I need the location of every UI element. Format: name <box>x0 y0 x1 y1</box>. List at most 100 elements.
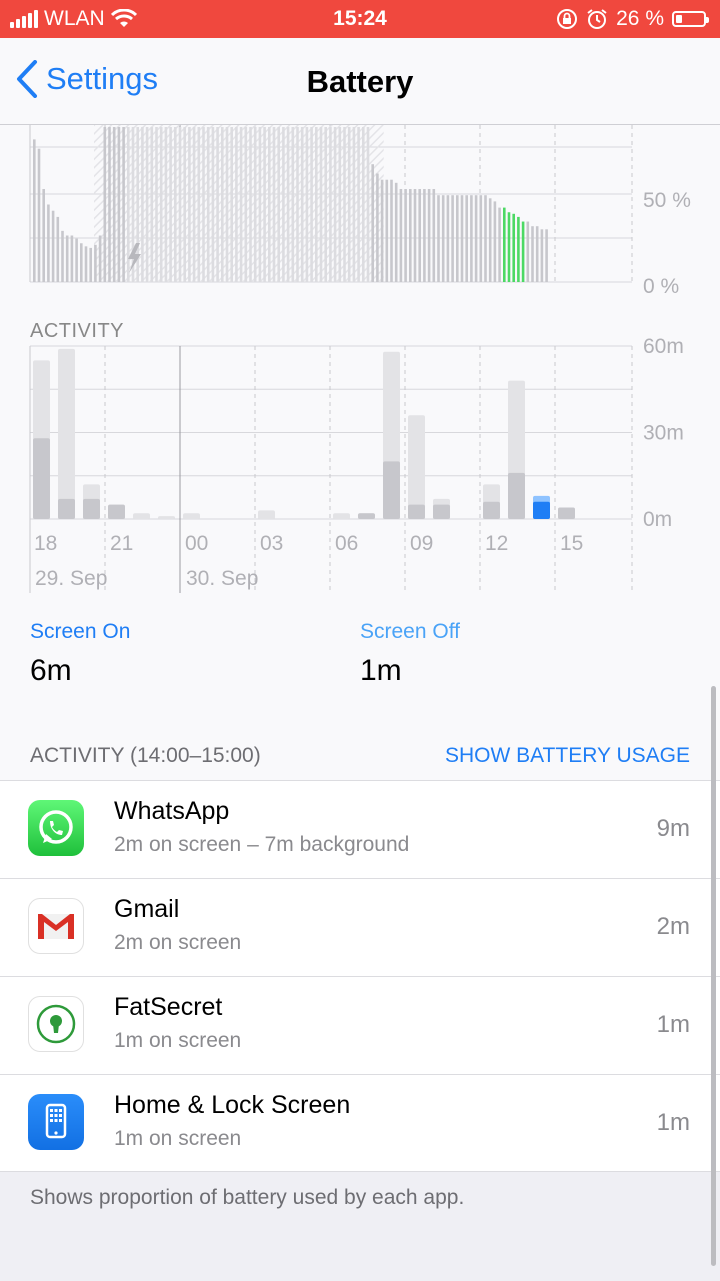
status-bar: WLAN 15:24 26 % <box>0 0 720 38</box>
activity-x-tick-label: 06 <box>335 532 358 555</box>
app-usage-time: 9m <box>656 815 690 842</box>
screen-on-stat: Screen On 6m <box>30 620 130 688</box>
battery-percent: 26 % <box>616 7 664 30</box>
list-item-whatsapp[interactable]: WhatsApp 2m on screen – 7m background 9m <box>0 781 720 879</box>
battery-level-bar <box>183 127 186 282</box>
battery-level-bar <box>423 189 426 282</box>
gmail-icon <box>28 898 84 954</box>
battery-axis-label: 50 % <box>643 189 691 212</box>
battery-level-bar <box>385 179 389 282</box>
battery-level-bar <box>117 127 121 282</box>
battery-level-bar <box>155 127 158 282</box>
activity-bar-screen-on <box>483 501 500 519</box>
battery-level-bar <box>258 127 262 282</box>
list-item-gmail[interactable]: Gmail 2m on screen 2m <box>0 879 720 977</box>
battery-level-bar <box>122 127 125 282</box>
battery-level-bar <box>188 127 191 282</box>
battery-level-bar <box>164 127 168 282</box>
battery-level-bar <box>526 221 530 282</box>
alarm-icon <box>587 9 607 29</box>
battery-level-bar <box>324 127 327 282</box>
activity-bar-screen-on <box>408 504 425 519</box>
scrollbar[interactable] <box>711 686 716 1266</box>
activity-bar-total <box>58 348 75 519</box>
list-item-fatsecret[interactable]: FatSecret 1m on screen 1m <box>0 977 720 1075</box>
battery-level-bar <box>362 127 365 282</box>
battery-level-bar <box>47 204 50 282</box>
app-usage-time: 2m <box>656 913 690 940</box>
battery-level-bar <box>225 127 229 282</box>
battery-level-bar <box>493 201 497 282</box>
app-name: FatSecret <box>114 993 223 1021</box>
battery-level-bar <box>80 243 83 282</box>
screen-stats: Screen On 6m Screen Off 1m <box>0 620 720 700</box>
home-screen-icon <box>28 1094 84 1150</box>
battery-level-bar <box>300 127 304 282</box>
battery-level-bar <box>202 127 205 282</box>
battery-level-bar <box>338 127 342 282</box>
battery-level-bar <box>347 127 351 282</box>
battery-level-bar <box>150 127 154 282</box>
show-battery-usage-button[interactable]: SHOW BATTERY USAGE <box>445 744 690 768</box>
battery-level-bar <box>418 189 421 282</box>
battery-level-bar <box>235 127 238 282</box>
activity-bar-screen-on <box>358 513 375 519</box>
activity-bar-total <box>408 415 425 519</box>
battery-level-bar <box>394 182 398 282</box>
battery-level-bar <box>503 207 506 282</box>
battery-level-bar <box>310 127 313 282</box>
activity-bar-total <box>158 516 175 519</box>
battery-level-bar <box>465 195 468 282</box>
battery-level-bar <box>65 235 69 282</box>
battery-level-bar <box>230 127 233 282</box>
orientation-lock-icon <box>557 9 578 29</box>
battery-level-bar <box>98 235 102 282</box>
battery-level-bar <box>319 127 323 282</box>
fatsecret-icon <box>28 996 84 1052</box>
battery-level-bar <box>315 127 318 282</box>
battery-level-bar <box>456 195 459 282</box>
charts-canvas: 50 % 0 % 60m 30m 0m 18 21 00 03 06 09 12 15 29. Sep 30… <box>29 125 691 593</box>
activity-x-tick-label: 18 <box>34 532 57 555</box>
app-list: WhatsApp 2m on screen – 7m background 9m… <box>0 781 720 1172</box>
battery-level-bar <box>343 127 346 282</box>
battery-level-bar <box>42 189 45 282</box>
battery-level-bar <box>211 127 215 282</box>
app-detail: 2m on screen – 7m background <box>114 833 410 856</box>
battery-level-bar <box>197 127 201 282</box>
battery-level-bar <box>296 127 299 282</box>
battery-level-bar <box>112 127 116 282</box>
battery-level-bar <box>141 127 144 282</box>
activity-bar-screen-on <box>433 504 450 519</box>
screen-on-value: 6m <box>30 654 72 687</box>
battery-level-bar <box>409 189 412 282</box>
battery-level-bar <box>517 216 520 282</box>
activity-bar-screen-on <box>83 498 100 519</box>
battery-level-bar <box>427 189 431 282</box>
battery-level-bar <box>441 195 445 282</box>
battery-level-bar <box>216 127 219 282</box>
battery-level-bar <box>94 244 97 282</box>
battery-level-bar <box>75 238 78 282</box>
battery-level-bar <box>352 127 356 282</box>
battery-level-bar <box>253 127 257 282</box>
activity-x-tick-label: 15 <box>560 532 583 555</box>
activity-x-tick-label: 03 <box>260 532 283 555</box>
battery-level-bar <box>263 127 266 282</box>
list-item-home-lock-screen[interactable]: Home & Lock Screen 1m on screen 1m <box>0 1075 720 1172</box>
screen-off-label: Screen Off <box>360 620 460 643</box>
battery-level-bar <box>380 179 384 282</box>
battery-level-bar <box>103 127 107 282</box>
battery-level-bar <box>291 127 295 282</box>
app-usage-time: 1m <box>656 1011 690 1038</box>
screen-off-value: 1m <box>360 654 402 687</box>
battery-icon <box>672 11 709 27</box>
app-detail: 1m on screen <box>114 1029 242 1052</box>
app-detail: 1m on screen <box>114 1127 242 1150</box>
app-detail: 2m on screen <box>114 931 242 954</box>
battery-level-bar <box>206 127 210 282</box>
battery-level-bar <box>535 226 539 282</box>
battery-level-bar <box>249 127 252 282</box>
battery-level-bar <box>89 247 92 282</box>
battery-level-bar <box>521 221 525 282</box>
